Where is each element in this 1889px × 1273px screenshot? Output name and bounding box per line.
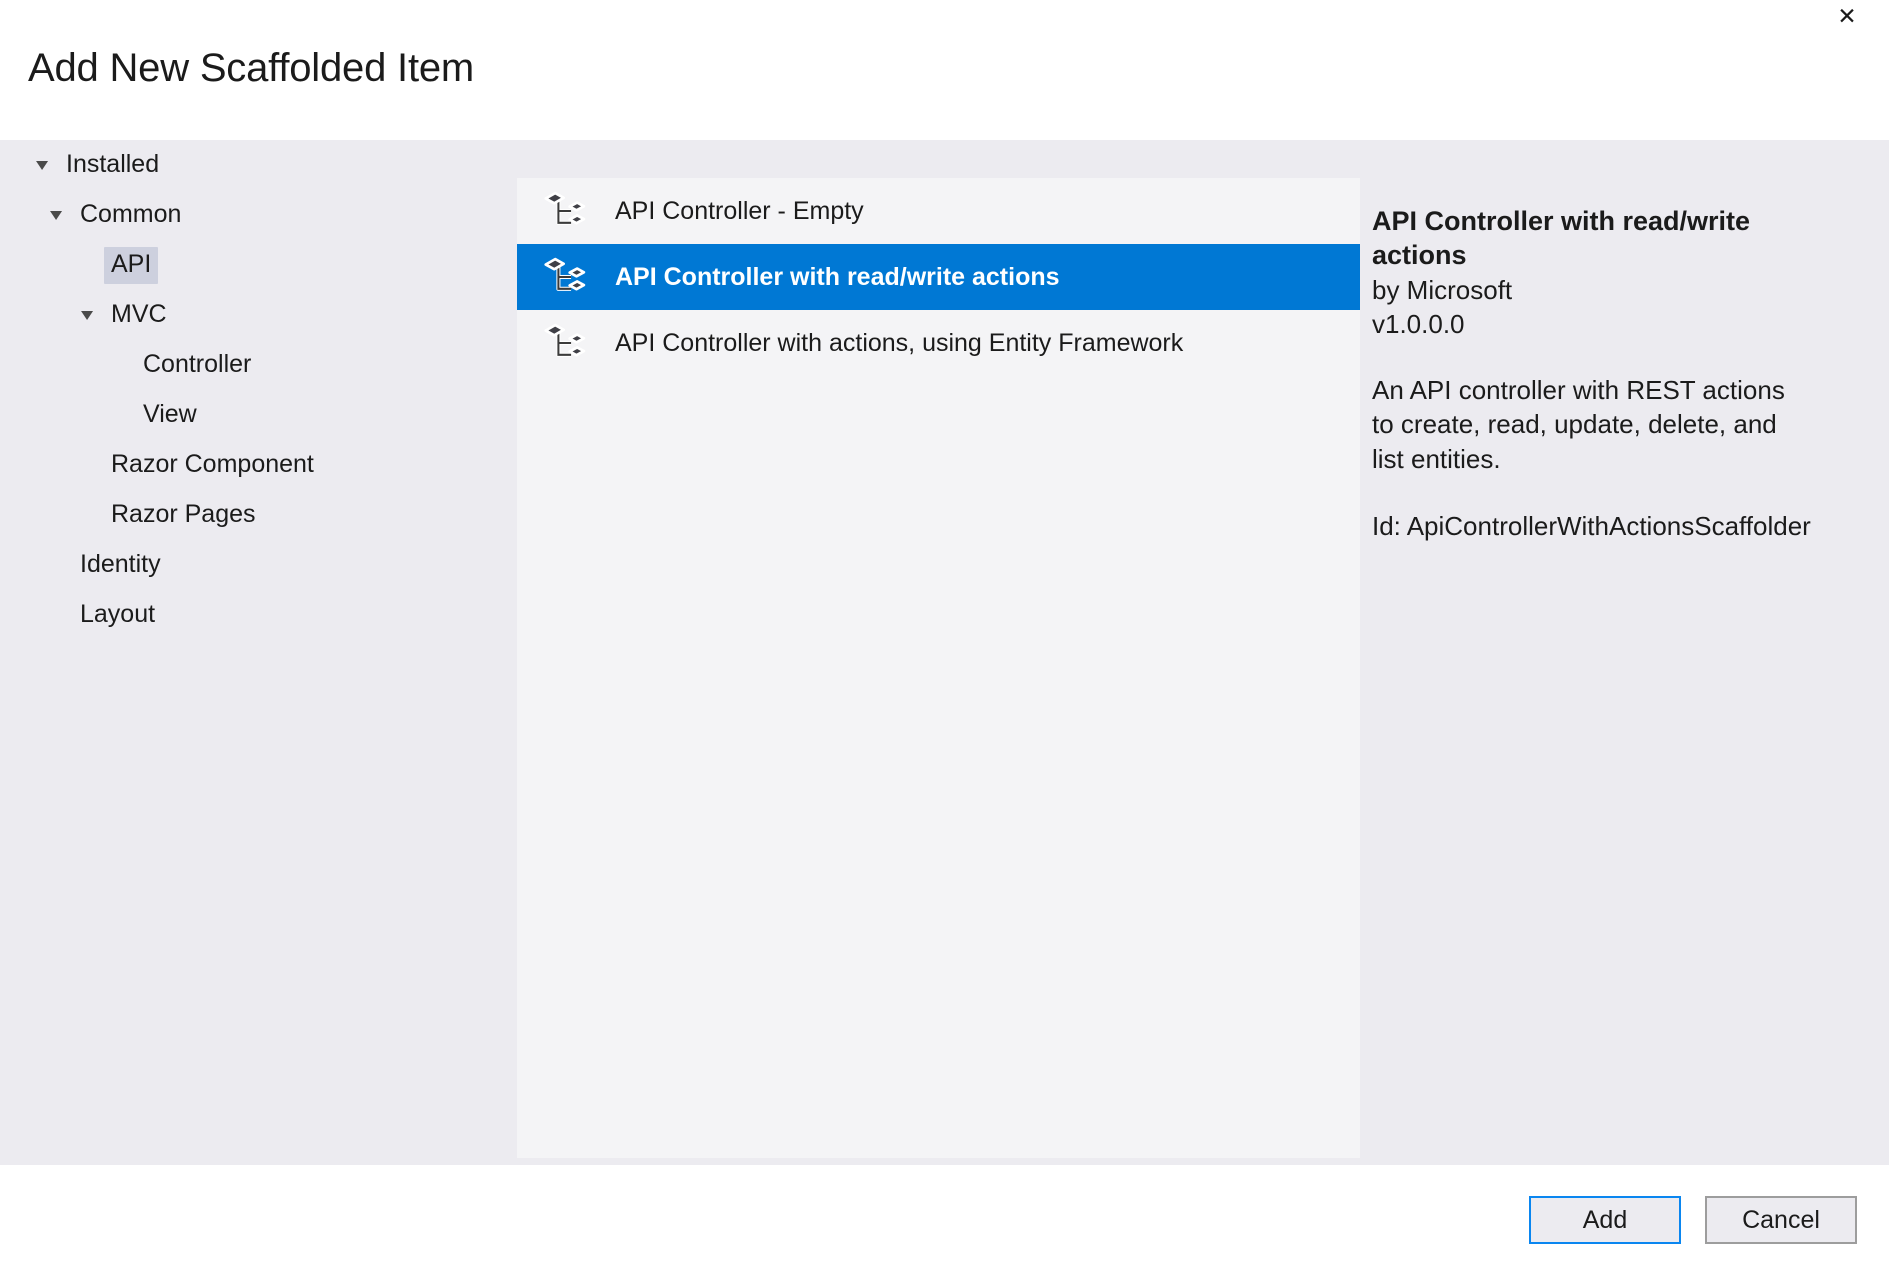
dialog-body: Installed Common API MVC Controller View Razor… — [0, 140, 1889, 1165]
tree-item-layout[interactable]: Layout — [0, 590, 517, 640]
dialog-footer: Add Cancel — [0, 1165, 1889, 1273]
scaffold-hierarchy-icon — [539, 184, 593, 238]
tree-item-view[interactable]: View — [0, 390, 517, 440]
list-item[interactable]: API Controller with actions, using Entit… — [517, 310, 1360, 376]
tree-item-api[interactable]: API — [0, 240, 517, 290]
scaffold-hierarchy-icon — [539, 250, 593, 304]
add-button[interactable]: Add — [1529, 1196, 1681, 1244]
tree-item-label: Razor Component — [111, 449, 314, 478]
chevron-down-icon[interactable] — [81, 310, 94, 320]
tree-item-mvc[interactable]: MVC — [0, 290, 517, 340]
tree-item-razor-component[interactable]: Razor Component — [0, 440, 517, 490]
tree-item-controller[interactable]: Controller — [0, 340, 517, 390]
tree-item-installed[interactable]: Installed — [0, 140, 517, 190]
tree-item-label: Common — [80, 199, 182, 228]
tree-item-label: Controller — [143, 349, 252, 378]
tree-item-common[interactable]: Common — [0, 190, 517, 240]
list-item-label: API Controller with read/write actions — [615, 262, 1060, 291]
tree-item-razor-pages[interactable]: Razor Pages — [0, 490, 517, 540]
tree-item-label: Layout — [80, 599, 156, 628]
tree-item-identity[interactable]: Identity — [0, 540, 517, 590]
cancel-button[interactable]: Cancel — [1705, 1196, 1857, 1244]
details-id: Id: ApiControllerWithActionsScaffolder — [1372, 511, 1811, 542]
details-pane: API Controller with read/write actions b… — [1360, 178, 1860, 1158]
close-icon[interactable]: ✕ — [1819, 0, 1875, 34]
chevron-down-icon[interactable] — [50, 210, 63, 220]
tree-item-label: Identity — [80, 549, 161, 578]
details-description: An API controller with REST actions to c… — [1372, 374, 1785, 474]
details-author: by Microsoft — [1372, 274, 1513, 305]
page-title: Add New Scaffolded Item — [28, 46, 475, 90]
tree-item-label: View — [143, 399, 197, 428]
category-tree: Installed Common API MVC Controller View Razor… — [0, 140, 517, 1165]
tree-item-label: MVC — [111, 299, 167, 328]
list-item[interactable]: API Controller with read/write actions — [517, 244, 1360, 310]
details-title: API Controller with read/write actions — [1372, 206, 1751, 271]
dialog-titlebar: ✕ Add New Scaffolded Item — [0, 0, 1889, 140]
tree-item-label: API — [104, 246, 159, 284]
list-item-label: API Controller - Empty — [615, 196, 864, 225]
chevron-down-icon[interactable] — [36, 160, 49, 170]
scaffold-template-list: API Controller - Empty API Controller wi… — [517, 178, 1360, 1158]
tree-item-label: Razor Pages — [111, 499, 256, 528]
details-version: v1.0.0.0 — [1372, 309, 1465, 340]
scaffold-hierarchy-icon — [539, 316, 593, 370]
list-item-label: API Controller with actions, using Entit… — [615, 328, 1184, 357]
list-item[interactable]: API Controller - Empty — [517, 178, 1360, 244]
tree-item-label: Installed — [66, 149, 160, 178]
